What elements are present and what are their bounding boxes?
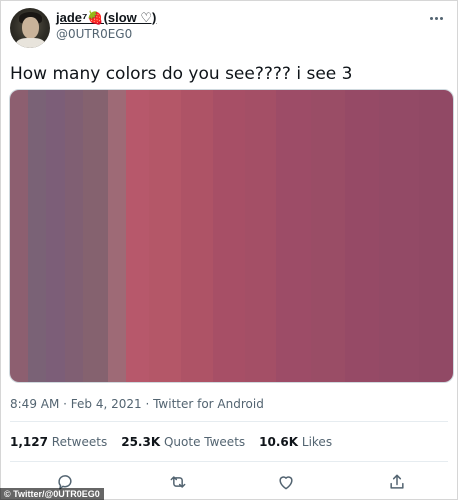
color-strip [276, 90, 311, 382]
retweet-icon [170, 476, 186, 488]
author-display-name[interactable]: jade⁷🍓(slow ♡) [56, 10, 156, 26]
divider [10, 421, 448, 422]
color-strip [418, 90, 453, 382]
color-strip [310, 90, 345, 382]
quotes-count: 25.3K [121, 435, 161, 449]
more-options-button[interactable] [426, 8, 446, 28]
color-strip [180, 90, 213, 382]
quotes-stat[interactable]: 25.3K Quote Tweets [121, 435, 245, 449]
tweet-text: How many colors do you see???? i see 3 [10, 64, 353, 84]
share-icon [390, 474, 404, 489]
color-strip [10, 90, 29, 382]
color-strip [82, 90, 108, 382]
share-button[interactable] [387, 472, 407, 492]
dot-icon [434, 16, 438, 20]
retweets-count: 1,127 [10, 435, 48, 449]
color-strip [64, 90, 83, 382]
color-strip [378, 90, 419, 382]
retweet-button[interactable] [168, 472, 188, 492]
like-button[interactable] [276, 472, 296, 492]
quotes-label: Quote Tweets [163, 435, 246, 449]
retweets-stat[interactable]: 1,127 Retweets [10, 435, 107, 449]
like-icon [279, 476, 293, 490]
dot-icon [439, 16, 443, 20]
color-strip [28, 90, 47, 382]
divider [10, 461, 448, 462]
retweets-label: Retweets [51, 435, 108, 449]
tweet-image[interactable] [9, 89, 454, 383]
color-strip [212, 90, 245, 382]
likes-count: 10.6K [259, 435, 299, 449]
image-credit: © Twitter/@0UTR0EG0 [0, 488, 104, 500]
author-handle[interactable]: @0UTR0EG0 [56, 27, 132, 41]
color-strip [46, 90, 65, 382]
likes-label: Likes [301, 435, 333, 449]
likes-stat[interactable]: 10.6K Likes [259, 435, 332, 449]
avatar-face [22, 17, 39, 39]
color-strip [126, 90, 149, 382]
tweet-stats: 1,127 Retweets 25.3K Quote Tweets 10.6K … [10, 435, 332, 449]
tweet-timestamp[interactable]: 8:49 AM · Feb 4, 2021 · Twitter for Andr… [10, 397, 264, 411]
avatar[interactable] [10, 8, 50, 48]
dot-icon [429, 16, 433, 20]
color-strip [148, 90, 181, 382]
avatar-body [16, 38, 45, 48]
color-strip [344, 90, 379, 382]
color-strip [107, 90, 127, 382]
color-strip [244, 90, 277, 382]
